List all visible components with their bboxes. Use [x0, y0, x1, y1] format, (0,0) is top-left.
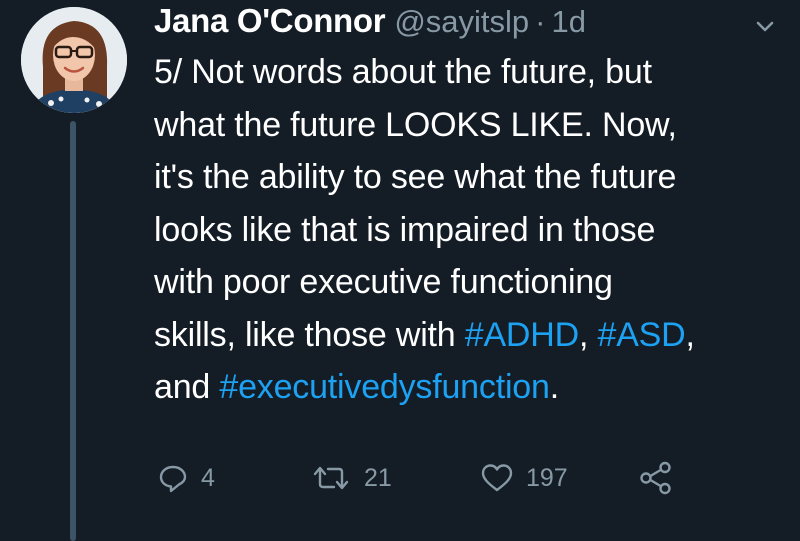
tweet-header: Jana O'Connor @sayitslp · 1d	[154, 2, 586, 46]
reply-count: 4	[201, 463, 215, 492]
tweet-text-segment: skills, like those with	[154, 315, 465, 354]
like-count: 197	[526, 463, 568, 492]
tweet-text-segment: .	[549, 368, 559, 406]
header-separator: ·	[535, 4, 546, 39]
hashtag-link[interactable]: #ASD	[598, 316, 686, 354]
tweet-text-segment: and	[154, 368, 220, 406]
chevron-down-icon	[756, 21, 774, 32]
retweet-count: 21	[364, 463, 392, 492]
avatar-image	[21, 7, 127, 113]
tweet-text-line: 5/ Not words about the future, but	[154, 46, 790, 99]
tweet-card[interactable]: Jana O'Connor @sayitslp · 1d 5/ Not word…	[0, 0, 800, 541]
retweet-icon	[313, 466, 349, 490]
tweet-text-segment: it's the ability to see what the future	[154, 158, 677, 196]
tweet-text-segment: looks like that is impaired in those	[154, 210, 656, 249]
author-name[interactable]: Jana O'Connor	[154, 2, 386, 40]
tweet-text-line: looks like that is impaired in those	[154, 204, 790, 257]
tweet-text-line: it's the ability to see what the future	[154, 151, 790, 204]
share-icon	[640, 461, 671, 495]
tweet-text: 5/ Not words about the future, but what t…	[154, 46, 790, 414]
avatar[interactable]	[21, 7, 127, 113]
tweet-text-segment: what the future LOOKS LIKE. Now,	[154, 105, 677, 144]
author-handle[interactable]: @sayitslp	[394, 4, 529, 40]
tweet-menu-button[interactable]	[748, 10, 782, 44]
tweet-text-line: with poor executive functioning	[154, 256, 790, 309]
tweet-text-segment: ,	[579, 315, 598, 354]
like-button[interactable]: 197	[480, 456, 568, 500]
retweet-button[interactable]: 21	[310, 456, 392, 500]
heart-icon	[481, 464, 513, 492]
hashtag-link[interactable]: #executivedysfunction	[219, 368, 550, 406]
tweet-timestamp[interactable]: 1d	[551, 4, 585, 40]
share-button[interactable]	[638, 456, 674, 500]
tweet-text-segment: with poor executive functioning	[154, 263, 613, 301]
tweet-text-line: and #executivedysfunction.	[154, 361, 790, 414]
tweet-text-line: skills, like those with #ADHD, #ASD,	[154, 309, 790, 362]
tweet-text-segment: 5/ Not words about the future, but	[154, 53, 652, 91]
tweet-actions: 4 21 197	[157, 456, 717, 500]
tweet-text-segment: ,	[685, 315, 695, 354]
thread-line	[70, 121, 76, 541]
tweet-text-line: what the future LOOKS LIKE. Now,	[154, 99, 790, 152]
reply-icon	[159, 465, 187, 493]
reply-button[interactable]: 4	[157, 456, 215, 500]
hashtag-link[interactable]: #ADHD	[465, 316, 579, 354]
